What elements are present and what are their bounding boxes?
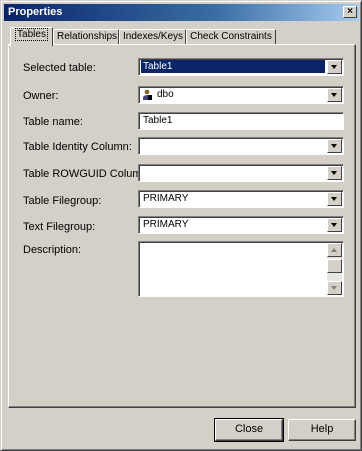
close-icon[interactable]: ×	[343, 6, 357, 18]
selected-table-dropdown[interactable]: Table1	[138, 58, 344, 76]
owner-label: Owner:	[23, 90, 59, 102]
chevron-down-icon[interactable]	[327, 88, 342, 102]
window-title: Properties	[8, 6, 63, 18]
description-label: Description:	[23, 244, 82, 256]
chevron-down-icon[interactable]	[327, 192, 342, 206]
selected-table-value: Table1	[141, 60, 325, 73]
table-name-value: Table1	[143, 115, 173, 126]
tab-relationships[interactable]: Relationships	[53, 29, 119, 45]
tab-check-constraints-label: Check Constraints	[190, 31, 272, 42]
scroll-up-icon[interactable]	[327, 243, 342, 257]
rowguid-column-label: Table ROWGUID Column:	[23, 168, 151, 180]
identity-column-dropdown[interactable]	[138, 137, 344, 155]
identity-column-label: Table Identity Column:	[23, 141, 132, 153]
text-filegroup-dropdown[interactable]: PRIMARY	[138, 216, 344, 234]
owner-dropdown[interactable]: dbo	[138, 86, 344, 104]
table-name-input[interactable]: Table1	[138, 112, 344, 130]
scroll-thumb[interactable]	[327, 259, 342, 273]
text-filegroup-value: PRIMARY	[143, 219, 189, 230]
scroll-down-icon[interactable]	[327, 281, 342, 295]
tab-tables-label: Tables	[15, 28, 48, 41]
owner-value: dbo	[157, 89, 174, 100]
close-button[interactable]: Close	[214, 418, 284, 442]
selected-table-label: Selected table:	[23, 62, 96, 74]
help-button[interactable]: Help	[288, 419, 356, 441]
tab-relationships-label: Relationships	[57, 31, 118, 42]
description-scrollbar[interactable]	[327, 243, 342, 295]
chevron-down-icon[interactable]	[327, 139, 342, 153]
filegroup-label: Table Filegroup:	[23, 195, 102, 207]
tab-check-constraints[interactable]: Check Constraints	[186, 29, 276, 45]
description-textarea[interactable]	[138, 241, 344, 297]
chevron-down-icon[interactable]	[327, 166, 342, 180]
chevron-down-icon[interactable]	[327, 60, 342, 74]
filegroup-value: PRIMARY	[143, 193, 189, 204]
title-bar[interactable]: Properties ×	[4, 4, 359, 21]
filegroup-dropdown[interactable]: PRIMARY	[138, 190, 344, 208]
tab-indexes-keys[interactable]: Indexes/Keys	[119, 29, 186, 45]
table-name-label: Table name:	[23, 116, 83, 128]
tab-tables[interactable]: Tables	[10, 27, 53, 46]
properties-window: Properties × Tables Relationships Indexe…	[0, 0, 362, 451]
text-filegroup-label: Text Filegroup:	[23, 221, 96, 233]
rowguid-column-dropdown[interactable]	[138, 164, 344, 182]
chevron-down-icon[interactable]	[327, 218, 342, 232]
user-icon	[142, 89, 153, 100]
tab-indexes-keys-label: Indexes/Keys	[123, 31, 184, 42]
